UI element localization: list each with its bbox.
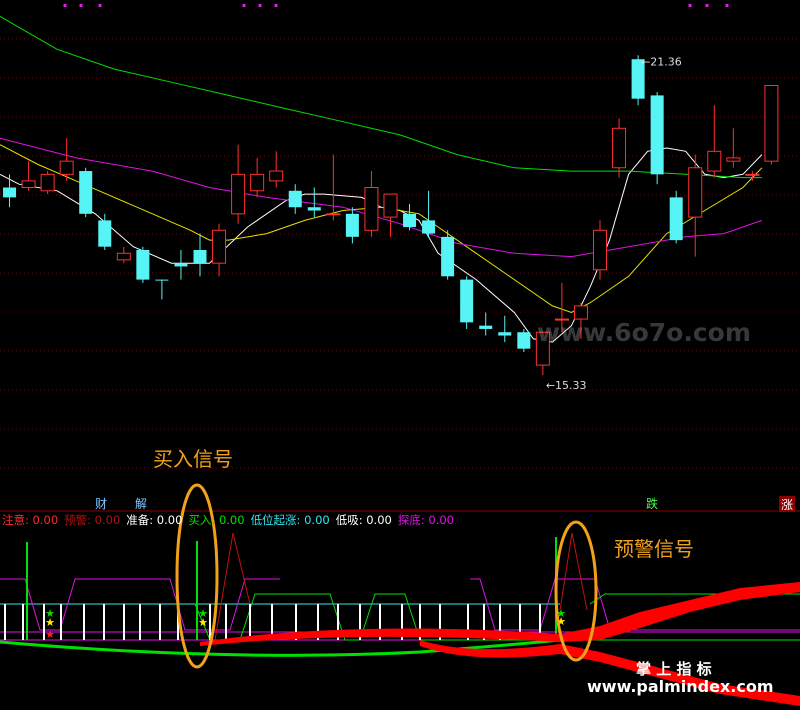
red-band xyxy=(420,640,800,706)
candle-body xyxy=(707,150,722,172)
candle-body xyxy=(726,157,741,162)
candle-body xyxy=(745,173,760,176)
candle-body xyxy=(688,167,703,218)
top-marker xyxy=(725,4,729,7)
indicator-legend-item: 低位起涨: 0.00 xyxy=(250,513,330,527)
candle-body xyxy=(612,127,627,169)
top-marker xyxy=(79,4,83,7)
candle-body xyxy=(174,263,188,267)
top-marker xyxy=(705,4,709,7)
top-marker xyxy=(242,4,246,7)
candle-body xyxy=(479,325,493,329)
indicator-legend: 注意: 0.00 预警: 0.00 准备: 0.00 买入: 0.00 低位起涨: 0.… xyxy=(2,512,460,528)
candle-body xyxy=(250,173,265,192)
candle-body xyxy=(136,250,150,280)
candle-body xyxy=(764,85,779,162)
candle-body xyxy=(79,171,93,214)
candle-body xyxy=(441,236,455,277)
indicator-legend-item: 准备: 0.00 xyxy=(126,513,183,527)
ma-line xyxy=(0,147,763,343)
candle-body xyxy=(403,213,417,227)
ma-line xyxy=(0,15,762,179)
candle-body xyxy=(460,279,474,323)
signal-label: 解 xyxy=(135,497,147,511)
ma-line xyxy=(0,144,763,314)
top-marker xyxy=(98,4,102,7)
candlestick-chart: ←21.36←15.33财解跌涨 ★★★★★★★ 买入信号预警信号www.6o7… xyxy=(0,4,800,706)
candle-body xyxy=(212,229,227,264)
candle-body xyxy=(307,207,321,211)
candle-body xyxy=(116,252,131,261)
candle-body xyxy=(3,187,17,198)
candle-body xyxy=(498,332,512,336)
candle-body xyxy=(593,229,607,271)
candle-body xyxy=(517,332,531,349)
candle-body xyxy=(364,187,379,231)
high-price-label: ←21.36 xyxy=(641,55,682,68)
warning-signal-annotation: 预警信号 xyxy=(614,537,694,561)
warning-spike xyxy=(559,532,588,611)
signal-label: 涨 xyxy=(781,497,793,512)
candle-body xyxy=(422,220,436,234)
top-marker xyxy=(274,4,278,7)
star-marker: ★ xyxy=(198,616,208,629)
star-marker: ★ xyxy=(45,628,55,641)
top-marker xyxy=(63,4,67,7)
indicator-legend-item: 低吸: 0.00 xyxy=(335,513,392,527)
watermark-text: www.6o7o.com xyxy=(537,318,751,347)
low-price-label: ←15.33 xyxy=(546,379,587,392)
top-marker xyxy=(258,4,262,7)
candle-body xyxy=(345,213,359,237)
signal-label: 财 xyxy=(95,497,107,511)
candle-body xyxy=(383,193,398,218)
candle-body xyxy=(231,173,246,215)
indicator-legend-item: 注意: 0.00 xyxy=(2,513,59,527)
candle-body xyxy=(40,173,55,192)
candle-body xyxy=(98,220,112,247)
signal-label: 跌 xyxy=(646,496,658,511)
indicator-legend-item: 买入: 0.00 xyxy=(188,513,245,527)
candle-body xyxy=(326,213,341,216)
candle-body xyxy=(155,279,169,281)
candle-body xyxy=(59,160,74,175)
candle-body xyxy=(650,95,664,175)
brand-text: 掌 上 指 标 xyxy=(636,660,712,678)
indicator-legend-item: 探底: 0.00 xyxy=(397,513,454,527)
candle-body xyxy=(21,180,36,188)
candle-body xyxy=(288,190,302,208)
buy-signal-annotation: 买入信号 xyxy=(153,447,233,471)
brand-url: www.palmindex.com xyxy=(587,677,774,696)
candle-body xyxy=(193,250,207,264)
candle-body xyxy=(269,170,284,182)
price-labels: ←21.36 ←15.33 财 解 跌 涨 xyxy=(95,55,795,512)
indicator-legend-item: 预警: 0.00 xyxy=(64,513,121,527)
top-marker xyxy=(688,4,692,7)
candle-body xyxy=(669,197,683,241)
